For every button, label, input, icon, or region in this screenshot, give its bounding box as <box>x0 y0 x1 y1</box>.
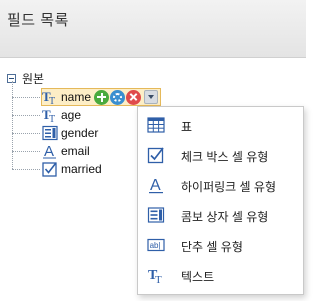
settings-icon[interactable] <box>110 89 126 105</box>
svg-text:T: T <box>49 114 55 123</box>
combobox-field-icon <box>42 125 59 141</box>
delete-icon[interactable] <box>126 89 142 105</box>
menu-item-label: 하이퍼링크 셀 유형 <box>181 180 276 194</box>
tree-connector <box>12 169 40 170</box>
svg-text:T: T <box>49 96 55 105</box>
checkbox-icon <box>147 146 165 164</box>
svg-text:A: A <box>44 143 54 159</box>
text-field-icon: T T <box>42 107 59 123</box>
tree-item-label: age <box>61 108 82 122</box>
menu-item-checkbox-cell[interactable]: 체크 박스 셀 유형 <box>138 141 303 169</box>
tree-connector <box>12 151 40 152</box>
hyperlink-field-icon: A <box>42 143 59 159</box>
tree-connector <box>12 97 40 98</box>
menu-item-label: 콤보 상자 셀 유형 <box>181 210 269 224</box>
menu-item-text[interactable]: T T 텍스트 <box>138 261 303 289</box>
svg-text:T: T <box>155 274 162 284</box>
tree-item-gender[interactable]: gender <box>42 124 98 142</box>
checkbox-field-icon <box>42 161 59 177</box>
tree-item-label: married <box>61 162 102 176</box>
tree-item-email[interactable]: A email <box>42 142 90 160</box>
menu-item-button-cell[interactable]: ab| 단추 셀 유형 <box>138 231 303 259</box>
tree-connector <box>12 81 13 169</box>
menu-item-combobox-cell[interactable]: 콤보 상자 셀 유형 <box>138 201 303 229</box>
add-icon[interactable] <box>94 89 110 105</box>
tree-item-age[interactable]: T T age <box>42 106 81 124</box>
tree-item-label: email <box>61 144 90 158</box>
menu-item-table[interactable]: 표 <box>138 111 303 139</box>
menu-item-hyperlink-cell[interactable]: A 하이퍼링크 셀 유형 <box>138 171 303 199</box>
button-icon: ab| <box>147 236 165 254</box>
menu-item-label: 체크 박스 셀 유형 <box>181 150 269 164</box>
svg-text:A: A <box>150 177 161 194</box>
menu-item-label: 단추 셀 유형 <box>181 240 243 254</box>
text-field-icon: T T <box>42 89 59 105</box>
dropdown-arrow-icon[interactable] <box>144 90 159 104</box>
tree-item-married[interactable]: married <box>42 160 102 178</box>
tree-connector <box>12 133 40 134</box>
row-actions <box>93 89 159 105</box>
cell-type-menu: 표 체크 박스 셀 유형 A 하이퍼링크 셀 유형 콤보 상자 셀 유형 ab|… <box>137 106 304 295</box>
tree-item-name[interactable]: T T name <box>41 88 162 106</box>
svg-text:ab|: ab| <box>150 241 161 250</box>
tree-root-label: 원본 <box>22 71 45 86</box>
menu-item-label: 텍스트 <box>181 270 215 284</box>
tree-item-label: name <box>61 90 92 104</box>
tree-item-label: gender <box>61 126 99 140</box>
text-icon: T T <box>147 266 165 284</box>
table-icon <box>147 116 165 134</box>
menu-item-label: 표 <box>181 120 193 134</box>
hyperlink-icon: A <box>147 176 165 194</box>
combobox-icon <box>147 206 165 224</box>
tree-connector <box>12 115 40 116</box>
